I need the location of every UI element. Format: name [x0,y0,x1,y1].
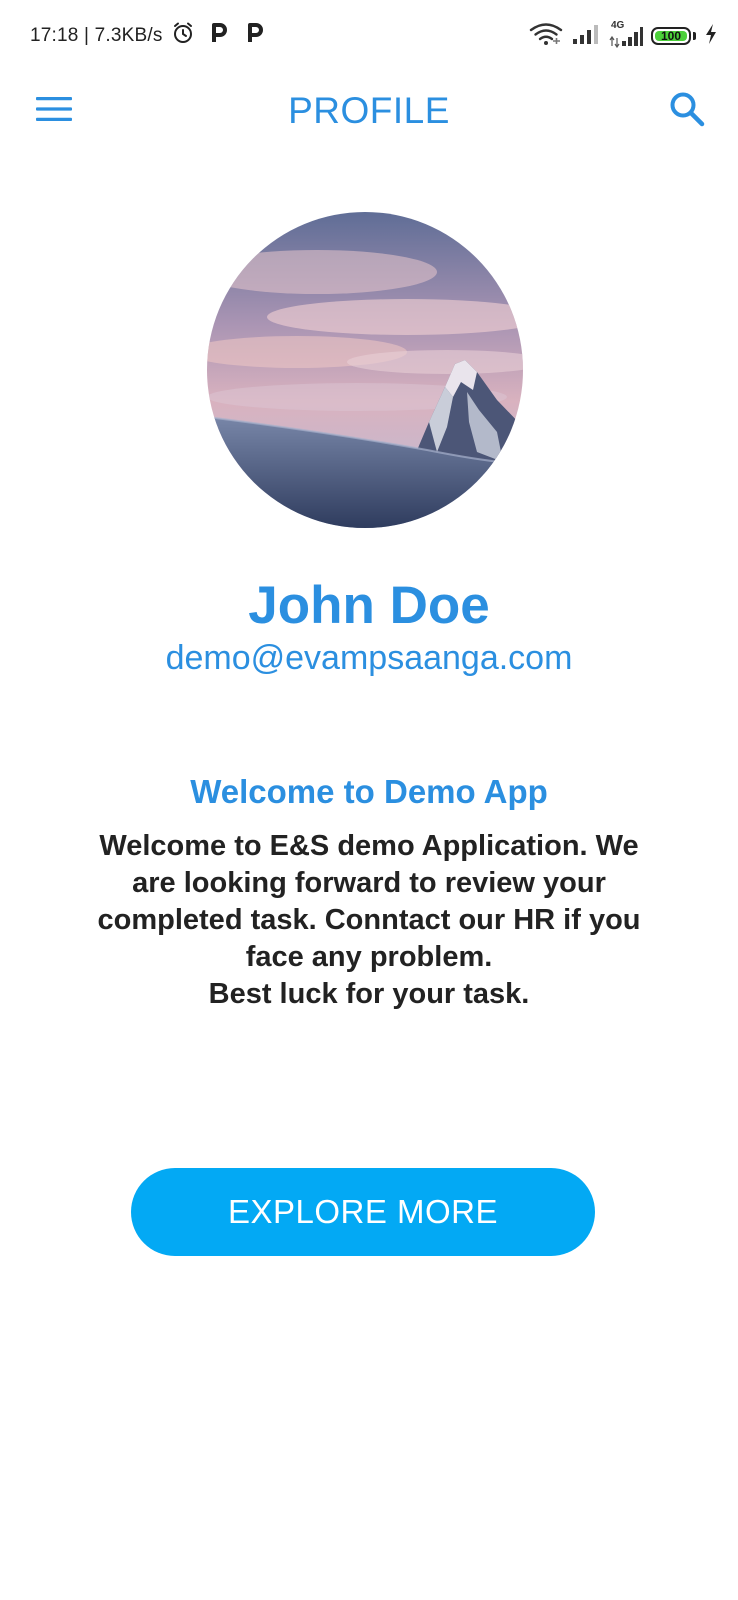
battery-tip [693,32,696,40]
welcome-line: completed task. Conntact our HR if you [97,904,641,936]
welcome-line: Best luck for your task. [208,978,530,1010]
profile-name: John Doe [248,576,490,635]
signal-4g-icon: 4G [609,20,643,48]
wifi-icon [529,22,563,51]
battery-icon: 100 [651,27,691,45]
search-button[interactable] [666,90,708,132]
status-time-speed: 17:18 | 7.3KB/s [30,25,163,46]
signal-icon [571,22,601,51]
welcome-title: Welcome to Demo App [190,773,548,810]
page-title: PROFILE [288,90,450,131]
welcome-line: face any problem. [245,941,493,973]
charging-icon [704,23,718,50]
welcome-line: are looking forward to review your [132,867,606,899]
battery-level: 100 [660,29,682,43]
explore-more-button[interactable]: EXPLORE MORE [131,1168,595,1256]
explore-more-label: EXPLORE MORE [227,1193,499,1230]
p-app-icon [245,21,265,51]
profile-email: demo@evampsaanga.com [165,639,573,677]
search-icon [668,90,706,133]
status-right: 4G 100 [529,20,718,51]
welcome-message: Welcome to E&S demo Application. We are … [80,828,658,1013]
welcome-line: Welcome to E&S demo Application. We [99,830,639,862]
alarm-icon [171,21,195,51]
status-left: 17:18 | 7.3KB/s [30,22,265,50]
mountain-avatar-image [207,212,523,528]
profile-avatar[interactable] [207,212,523,528]
status-bar: 17:18 | 7.3KB/s 4G 100 [0,0,738,72]
app-bar: PROFILE [0,80,738,142]
p-app-icon [209,21,229,51]
